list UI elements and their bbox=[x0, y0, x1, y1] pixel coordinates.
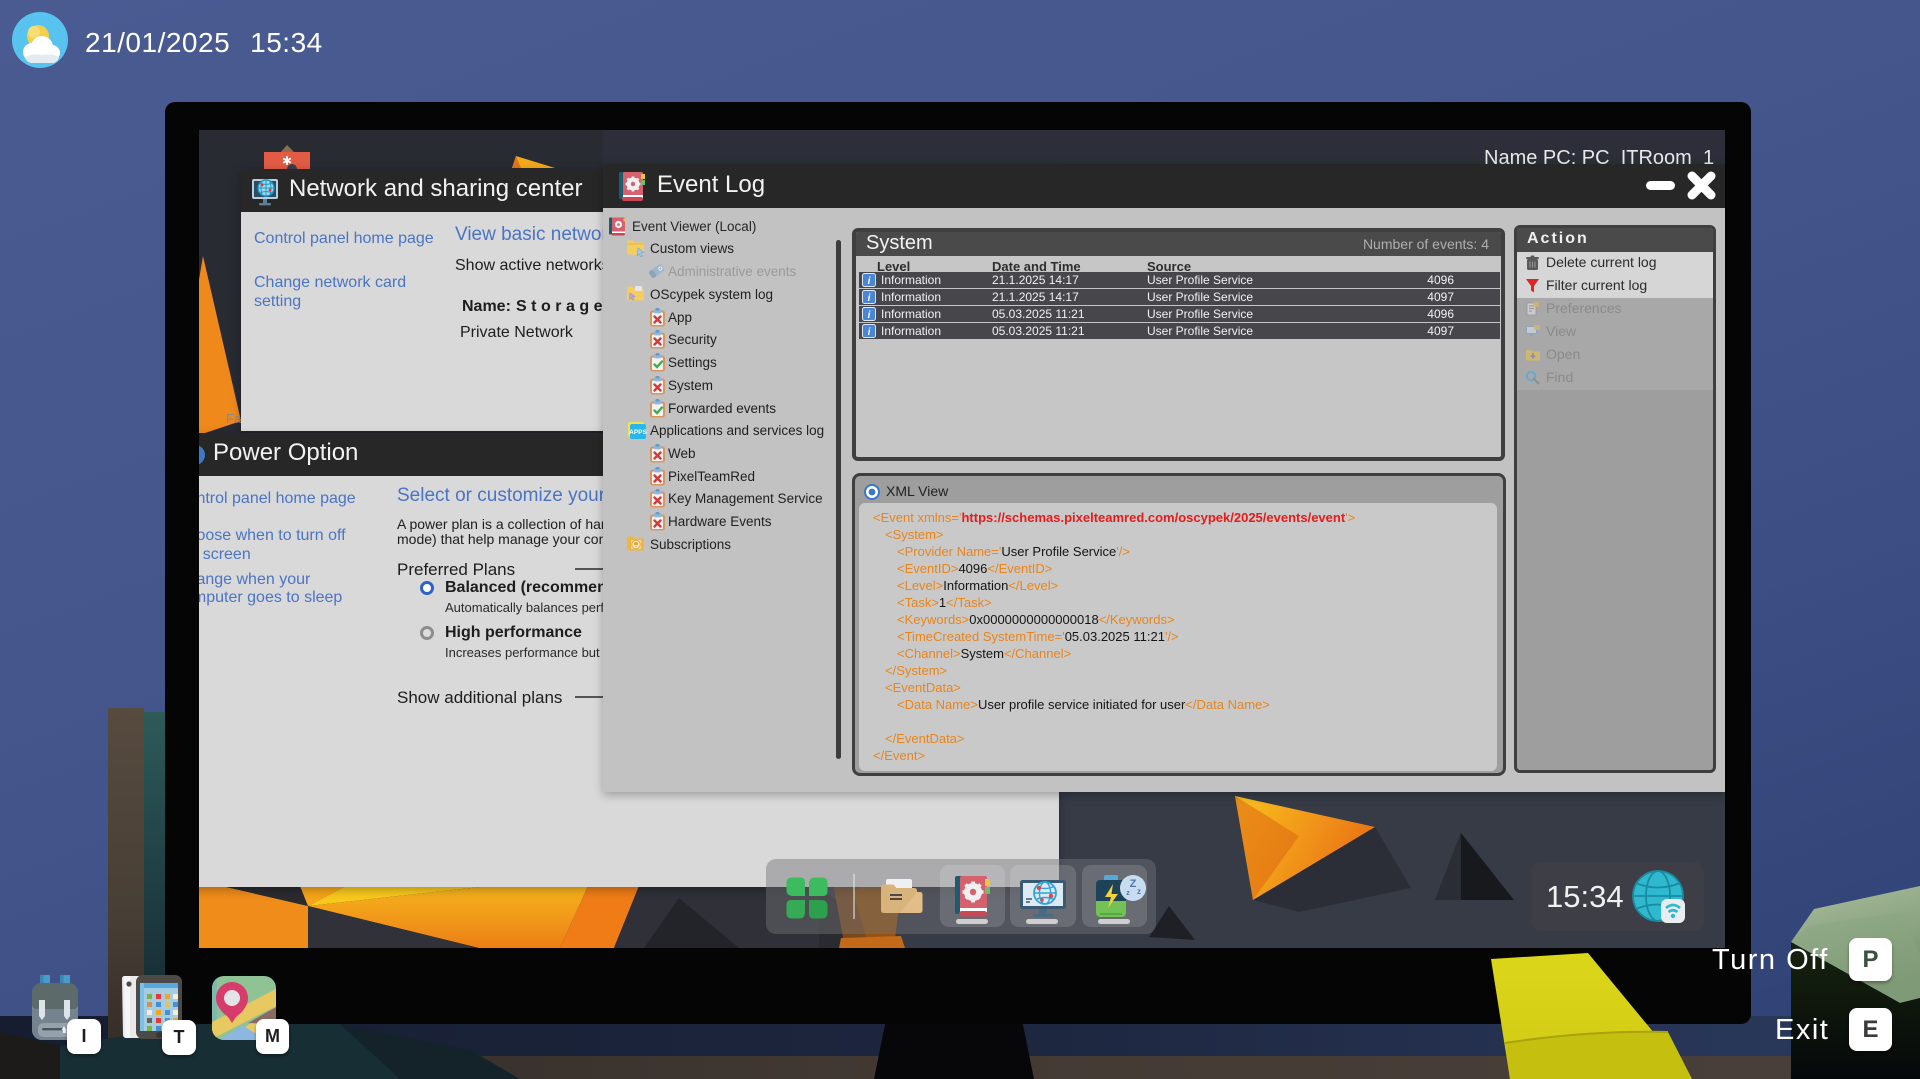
svg-text:i: i bbox=[868, 276, 871, 287]
svg-text:APPS: APPS bbox=[629, 429, 647, 436]
svg-text:z: z bbox=[1126, 890, 1130, 897]
svg-text:Z: Z bbox=[1130, 878, 1137, 890]
svg-text:i: i bbox=[868, 310, 871, 321]
svg-text:i: i bbox=[868, 327, 871, 338]
svg-text:z: z bbox=[1137, 887, 1141, 896]
svg-text:i: i bbox=[868, 293, 871, 304]
